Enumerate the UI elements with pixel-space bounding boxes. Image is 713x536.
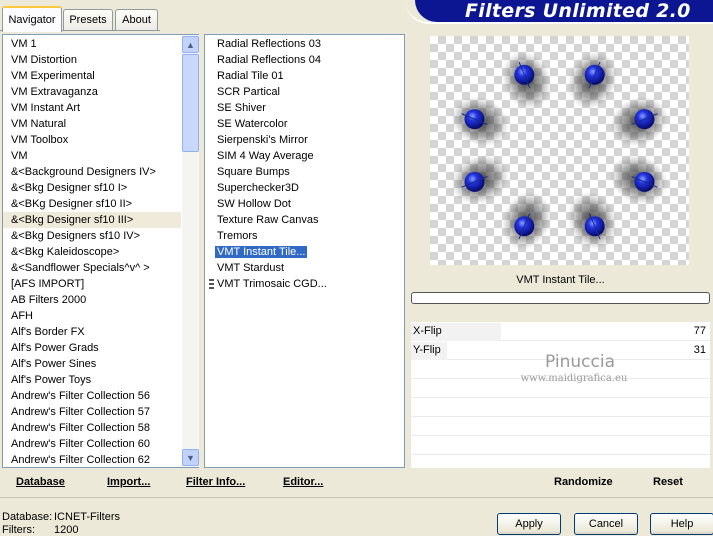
filter-item[interactable]: Superchecker3D xyxy=(205,180,404,196)
category-item[interactable]: Alf's Power Sines xyxy=(3,356,181,372)
selected-filter-name: VMT Instant Tile... xyxy=(411,270,710,290)
category-item[interactable]: VM Instant Art xyxy=(3,100,181,116)
watermark-name: Pinuccia xyxy=(545,352,615,372)
filter-list[interactable]: Radial Reflections 03 Radial Reflections … xyxy=(204,34,405,468)
filter-item-label: Square Bumps xyxy=(217,166,290,178)
category-item[interactable]: AFH xyxy=(3,308,181,324)
category-item[interactable]: VM Distortion xyxy=(3,52,181,68)
filter-item-label: Radial Reflections 03 xyxy=(217,38,321,50)
filter-item-label: SE Watercolor xyxy=(217,118,288,130)
category-list[interactable]: VM 1 VM Distortion VM Experimental VM Extra… xyxy=(2,34,199,468)
filter-item[interactable]: SIM 4 Way Average xyxy=(205,148,404,164)
import-button[interactable]: Import... xyxy=(107,476,150,488)
filter-item-label: VMT Instant Tile... xyxy=(215,246,308,258)
resize-grip-icon[interactable] xyxy=(209,279,214,289)
filter-item[interactable]: Sierpenski's Mirror xyxy=(205,132,404,148)
category-item[interactable]: &<Bkg Kaleidoscope> xyxy=(3,244,181,260)
filter-item-label: Radial Tile 01 xyxy=(217,70,284,82)
y-flip-value: 31 xyxy=(693,344,706,356)
filter-item-label: Tremors xyxy=(217,230,258,242)
y-flip-label: Y-Flip xyxy=(413,344,441,356)
database-status-label: Database: xyxy=(2,511,53,523)
filter-item-label: VMT Stardust xyxy=(217,262,285,274)
filter-item[interactable]: SE Shiver xyxy=(205,100,404,116)
app-banner: Filters Unlimited 2.0 xyxy=(415,0,713,22)
scroll-down-button[interactable]: ▼ xyxy=(182,449,199,466)
category-item[interactable]: AB Filters 2000 xyxy=(3,292,181,308)
category-item[interactable]: Alf's Power Toys xyxy=(3,372,181,388)
category-item[interactable]: &<Bkg Designer sf10 III> xyxy=(3,212,181,228)
filter-item-label: Radial Reflections 04 xyxy=(217,54,321,66)
filter-info-button[interactable]: Filter Info... xyxy=(186,476,245,488)
watermark-url: www.maidigrafica.eu xyxy=(520,373,628,384)
category-item[interactable]: VM xyxy=(3,148,181,164)
filter-item[interactable]: VMT Instant Tile... xyxy=(205,244,404,260)
filter-item-label: SW Hollow Dot xyxy=(217,198,291,210)
reset-button[interactable]: Reset xyxy=(653,476,683,488)
filter-item[interactable]: SE Watercolor xyxy=(205,116,404,132)
filter-item[interactable]: Radial Reflections 04 xyxy=(205,52,404,68)
filter-item[interactable]: VMT Trimosaic CGD... xyxy=(205,276,404,292)
category-item[interactable]: &<Background Designers IV> xyxy=(3,164,181,180)
tab-presets[interactable]: Presets xyxy=(63,9,113,30)
database-status-value: ICNET-Filters xyxy=(54,511,120,523)
parameter-panel: X-Flip 77 Y-Flip 31 xyxy=(411,322,710,468)
x-flip-label: X-Flip xyxy=(413,325,442,337)
filters-status-value: 1200 xyxy=(54,524,79,536)
tab-about[interactable]: About xyxy=(115,9,158,30)
randomize-button[interactable]: Randomize xyxy=(554,476,613,488)
category-item[interactable]: &<Bkg Designer sf10 I> xyxy=(3,180,181,196)
filter-item[interactable]: Square Bumps xyxy=(205,164,404,180)
category-item[interactable]: Andrew's Filter Collection 62 xyxy=(3,452,181,468)
database-button[interactable]: Database xyxy=(16,476,65,488)
filters-status: Filters: 1200 xyxy=(2,524,78,536)
filter-item[interactable]: Texture Raw Canvas xyxy=(205,212,404,228)
category-item[interactable]: Andrew's Filter Collection 58 xyxy=(3,420,181,436)
category-item[interactable]: Alf's Border FX xyxy=(3,324,181,340)
category-item[interactable]: Andrew's Filter Collection 57 xyxy=(3,404,181,420)
slider-x-flip[interactable]: X-Flip 77 xyxy=(411,323,710,341)
category-item[interactable]: VM Extravaganza xyxy=(3,84,181,100)
scroll-thumb[interactable] xyxy=(182,54,199,152)
filter-item[interactable]: Radial Tile 01 xyxy=(205,68,404,84)
category-item[interactable]: Andrew's Filter Collection 60 xyxy=(3,436,181,452)
category-item[interactable]: VM Toolbox xyxy=(3,132,181,148)
empty-parameter-row xyxy=(411,437,710,455)
x-flip-value: 77 xyxy=(693,325,706,337)
empty-parameter-row xyxy=(411,418,710,436)
category-scrollbar[interactable]: ▲ ▼ xyxy=(182,35,199,467)
filter-item[interactable]: VMT Stardust xyxy=(205,260,404,276)
filter-item[interactable]: SCR Partical xyxy=(205,84,404,100)
editor-button[interactable]: Editor... xyxy=(283,476,323,488)
filter-item-label: VMT Trimosaic CGD... xyxy=(217,278,327,290)
category-item[interactable]: Alf's Power Grads xyxy=(3,340,181,356)
preview-image xyxy=(430,36,689,265)
filter-item[interactable]: Radial Reflections 03 xyxy=(205,36,404,52)
category-item[interactable]: Andrew's Filter Collection 56 xyxy=(3,388,181,404)
tab-navigator[interactable]: Navigator xyxy=(2,6,62,32)
category-item[interactable]: &<BKg Designer sf10 II> xyxy=(3,196,181,212)
filter-item[interactable]: Tremors xyxy=(205,228,404,244)
category-item[interactable]: VM 1 xyxy=(3,36,181,52)
scroll-up-button[interactable]: ▲ xyxy=(182,36,199,53)
filter-item-label: Sierpenski's Mirror xyxy=(217,134,308,146)
filter-item-label: Texture Raw Canvas xyxy=(217,214,319,226)
progress-bar xyxy=(411,292,710,304)
filter-item[interactable]: SW Hollow Dot xyxy=(205,196,404,212)
filter-item-label: SE Shiver xyxy=(217,102,266,114)
filter-item-label: Superchecker3D xyxy=(217,182,299,194)
empty-parameter-row xyxy=(411,399,710,417)
bottom-divider xyxy=(0,497,713,498)
filters-status-label: Filters: xyxy=(2,524,35,536)
filter-item-label: SCR Partical xyxy=(217,86,280,98)
preview-artwork xyxy=(450,51,669,250)
database-status: Database: ICNET-Filters xyxy=(2,511,120,523)
category-item[interactable]: VM Experimental xyxy=(3,68,181,84)
category-item[interactable]: &<Bkg Designers sf10 IV> xyxy=(3,228,181,244)
category-item[interactable]: [AFS IMPORT] xyxy=(3,276,181,292)
category-item[interactable]: &<Sandflower Specials^v^ > xyxy=(3,260,181,276)
category-item[interactable]: VM Natural xyxy=(3,116,181,132)
filter-item-label: SIM 4 Way Average xyxy=(217,150,314,162)
